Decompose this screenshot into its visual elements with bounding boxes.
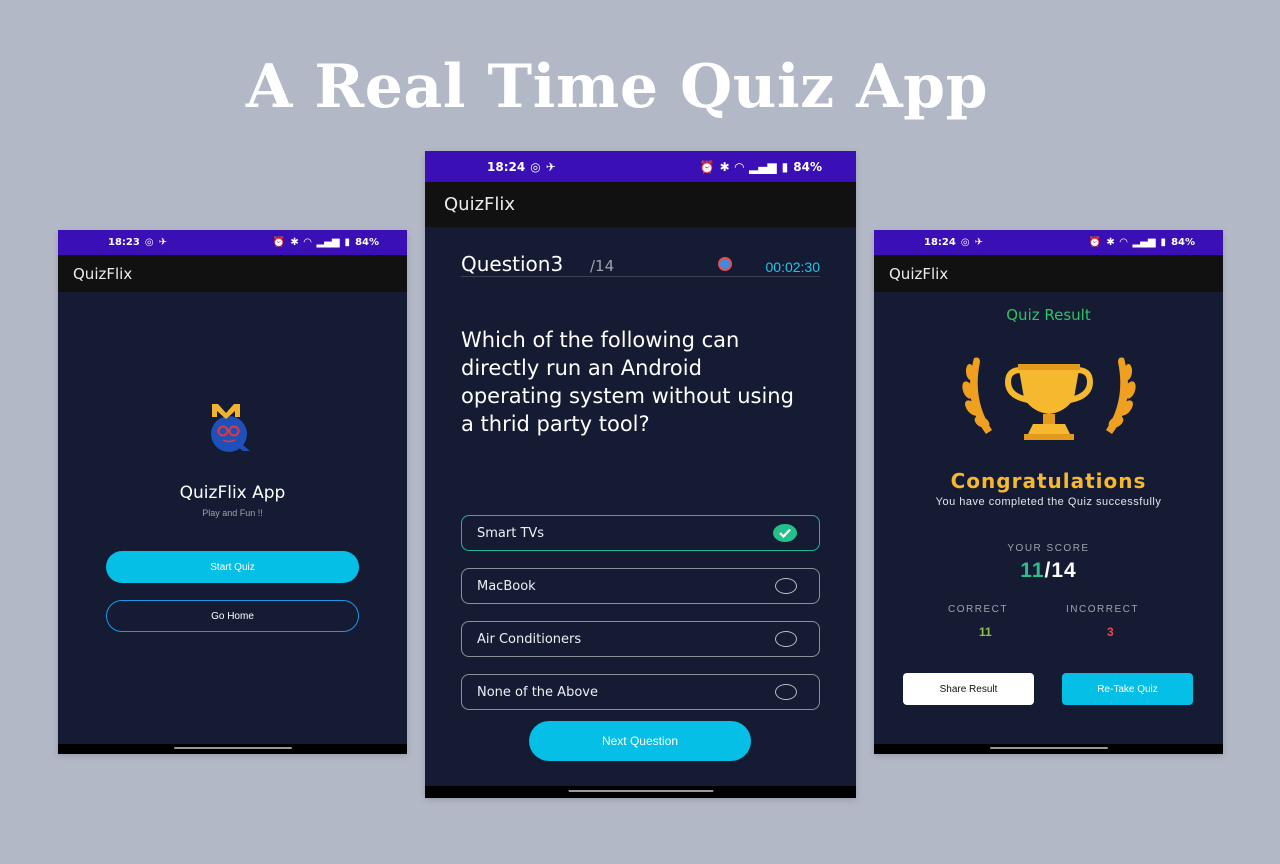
option-label: Smart TVs — [477, 525, 545, 541]
app-name: QuizFlix App — [179, 483, 286, 503]
timer: 00:02:30 — [765, 259, 821, 275]
app-title: QuizFlix — [73, 264, 133, 283]
app-tagline: Play and Fun !! — [202, 508, 263, 518]
question-text: Which of the following can directly run … — [461, 328, 794, 436]
option-label: None of the Above — [477, 684, 598, 700]
option-smart-tvs[interactable]: Smart TVs — [461, 515, 820, 551]
score: 11/14 — [874, 559, 1223, 583]
stopwatch-icon — [718, 257, 732, 271]
alarm-icon: ⏰ — [699, 159, 715, 174]
next-question-button[interactable]: Next Question — [529, 721, 751, 761]
incorrect-value: 3 — [1107, 625, 1114, 639]
battery-icon: ▮ — [344, 237, 351, 248]
radio-circle-icon[interactable] — [775, 578, 797, 594]
alarm-icon: ⏰ — [272, 237, 286, 248]
checkmark-icon — [773, 524, 797, 542]
gesture-handle[interactable] — [568, 790, 713, 792]
status-time: 18:24 — [924, 237, 956, 248]
app-bar: QuizFlix — [425, 182, 856, 227]
twitter-icon: ✈ — [158, 237, 167, 248]
signal-icon: ▂▄▆ — [316, 237, 340, 248]
score-value: 11 — [1020, 559, 1045, 582]
battery-icon: ▮ — [781, 159, 789, 174]
retake-quiz-button[interactable]: Re-Take Quiz — [1062, 673, 1193, 705]
signal-icon: ▂▄▆ — [748, 159, 777, 174]
status-bar: 18:24 ◎ ✈ ⏰ ✱ ◠ ▂▄▆ ▮ 84% — [425, 151, 856, 182]
go-home-button[interactable]: Go Home — [106, 600, 359, 632]
battery-level: 84% — [355, 237, 379, 248]
option-label: Air Conditioners — [477, 631, 582, 647]
incorrect-label: INCORRECT — [1066, 604, 1139, 615]
correct-label: CORRECT — [948, 604, 1008, 615]
wifi-icon: ◠ — [1119, 237, 1128, 248]
radio-circle-icon[interactable] — [775, 684, 797, 700]
gesture-handle[interactable] — [173, 747, 292, 749]
gesture-handle[interactable] — [989, 747, 1108, 749]
signal-icon: ▂▄▆ — [1132, 237, 1156, 248]
battery-icon: ▮ — [1160, 237, 1167, 248]
option-label: MacBook — [477, 578, 536, 594]
bluetooth-icon: ✱ — [719, 159, 730, 174]
option-macbook[interactable]: MacBook — [461, 568, 820, 604]
status-time: 18:24 — [487, 159, 526, 174]
wifi-icon: ◠ — [734, 159, 744, 174]
result-screen-phone: 18:24 ◎ ✈ ⏰ ✱ ◠ ▂▄▆ ▮ 84% QuizFlix Quiz … — [874, 230, 1223, 754]
twitter-icon: ✈ — [545, 159, 556, 174]
option-air-conditioners[interactable]: Air Conditioners — [461, 621, 820, 657]
navigation-bar — [58, 744, 407, 754]
share-result-button[interactable]: Share Result — [903, 673, 1034, 705]
correct-value: 11 — [979, 625, 992, 639]
whatsapp-icon: ◎ — [144, 237, 154, 248]
start-quiz-button[interactable]: Start Quiz — [106, 551, 359, 583]
trophy-icon — [962, 357, 1136, 440]
option-none-of-the-above[interactable]: None of the Above — [461, 674, 820, 710]
bluetooth-icon: ✱ — [290, 237, 299, 248]
wifi-icon: ◠ — [303, 237, 312, 248]
app-title: QuizFlix — [889, 264, 949, 283]
congratulations-heading: Congratulations — [950, 469, 1147, 493]
status-time: 18:23 — [108, 237, 140, 248]
alarm-icon: ⏰ — [1088, 237, 1102, 248]
battery-level: 84% — [1171, 237, 1195, 248]
page-headline: A Real Time Quiz App — [245, 52, 989, 122]
bluetooth-icon: ✱ — [1106, 237, 1115, 248]
score-total: /14 — [1044, 559, 1077, 582]
score-label: YOUR SCORE — [1007, 543, 1090, 554]
app-bar: QuizFlix — [874, 255, 1223, 292]
quizflix-logo — [211, 404, 250, 452]
app-bar: QuizFlix — [58, 255, 407, 292]
question-screen-phone: 18:24 ◎ ✈ ⏰ ✱ ◠ ▂▄▆ ▮ 84% QuizFlix Quest… — [425, 151, 856, 798]
question-number: Question3 — [461, 252, 564, 276]
app-title: QuizFlix — [444, 194, 516, 215]
completion-message: You have completed the Quiz successfully — [935, 496, 1162, 508]
home-screen-phone: 18:23 ◎ ✈ ⏰ ✱ ◠ ▂▄▆ ▮ 84% QuizFlix QuizF… — [58, 230, 407, 754]
navigation-bar — [874, 744, 1223, 754]
battery-level: 84% — [793, 159, 822, 174]
question-total: /14 — [590, 257, 615, 275]
navigation-bar — [425, 786, 856, 798]
twitter-icon: ✈ — [974, 237, 983, 248]
status-bar: 18:23 ◎ ✈ ⏰ ✱ ◠ ▂▄▆ ▮ 84% — [58, 230, 407, 255]
whatsapp-icon: ◎ — [530, 159, 541, 174]
question-header: Question3 /14 00:02:30 — [461, 252, 820, 277]
radio-circle-icon[interactable] — [775, 631, 797, 647]
result-title: Quiz Result — [1006, 306, 1091, 324]
whatsapp-icon: ◎ — [960, 237, 970, 248]
status-bar: 18:24 ◎ ✈ ⏰ ✱ ◠ ▂▄▆ ▮ 84% — [874, 230, 1223, 255]
